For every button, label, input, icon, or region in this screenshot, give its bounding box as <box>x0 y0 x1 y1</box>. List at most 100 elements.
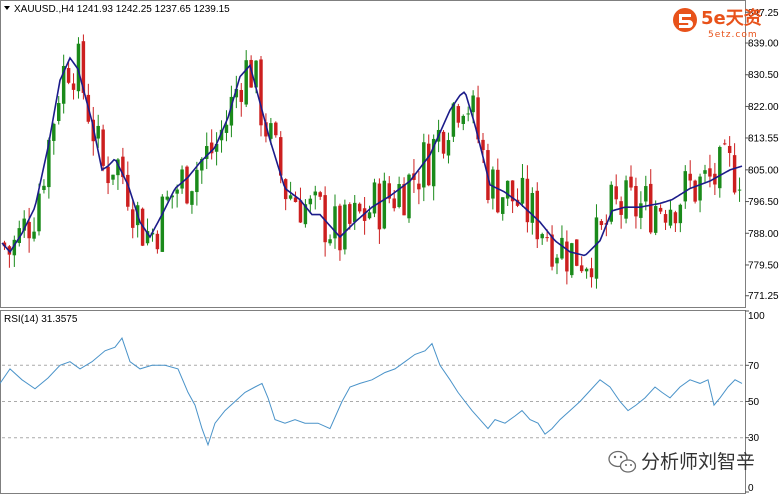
candle <box>688 160 692 189</box>
candle <box>318 190 322 200</box>
candle-body <box>732 155 737 193</box>
candle <box>180 165 184 194</box>
candle-body <box>451 103 456 137</box>
candle <box>372 178 377 218</box>
candle-body <box>614 186 618 200</box>
candle <box>427 134 431 187</box>
candle <box>723 139 727 146</box>
candle-body <box>106 166 110 184</box>
candle <box>461 114 465 131</box>
candle <box>619 196 623 229</box>
candle-body <box>427 143 431 186</box>
candle-body <box>42 185 46 190</box>
candle-body <box>71 83 76 90</box>
candle-body <box>545 237 549 239</box>
candle-body <box>353 202 357 223</box>
candle-body <box>308 198 313 205</box>
price-header: XAUUSD.,H4 1241.93 1242.25 1237.65 1239.… <box>4 4 230 15</box>
candles <box>2 34 742 289</box>
candle <box>589 257 594 288</box>
ma-line-path <box>1 56 743 257</box>
candle-body <box>402 184 406 216</box>
candle <box>441 130 446 159</box>
candle-body <box>723 143 727 145</box>
candle-body <box>190 191 194 205</box>
candle <box>71 73 76 100</box>
candle-body <box>649 183 653 233</box>
candle-body <box>703 170 707 174</box>
candle-body <box>540 234 544 239</box>
candle-body <box>318 192 322 197</box>
candle-body <box>688 173 692 181</box>
candle-body <box>52 123 56 141</box>
candle-body <box>678 204 683 224</box>
candle-body <box>565 241 569 272</box>
candle-body <box>555 257 559 264</box>
candle <box>579 256 584 273</box>
candle-body <box>579 265 584 272</box>
candle-body <box>644 186 648 202</box>
candle <box>32 217 36 242</box>
candle-body <box>32 231 36 239</box>
candle-body <box>126 174 130 207</box>
candle <box>639 191 643 230</box>
dropdown-triangle-icon[interactable] <box>4 6 10 10</box>
candle <box>283 178 288 211</box>
candle <box>501 197 505 221</box>
candle <box>313 185 317 210</box>
rsi-tick-label: 30 <box>748 433 760 444</box>
candle <box>678 203 683 233</box>
candle <box>155 230 160 254</box>
candle-body <box>27 221 31 239</box>
price-axis: 847.25839.00830.50822.00813.55805.00796.… <box>745 8 779 302</box>
rsi-line-path <box>0 337 743 447</box>
candle <box>737 177 742 202</box>
candle-body <box>560 237 564 259</box>
price-tick-label: 788.00 <box>748 229 779 240</box>
candle <box>190 190 194 214</box>
candle <box>12 235 17 267</box>
candle <box>584 267 589 279</box>
candle <box>525 165 530 233</box>
candle-body <box>589 268 594 278</box>
price-tick-label: 779.50 <box>748 260 779 271</box>
candle <box>298 187 303 223</box>
candle <box>683 165 687 209</box>
candle <box>57 95 61 125</box>
candle-body <box>382 180 387 229</box>
candle-body <box>343 204 347 250</box>
candle <box>515 188 520 208</box>
candle <box>456 103 461 128</box>
candle-body <box>224 124 229 133</box>
candle <box>214 132 219 166</box>
candle <box>668 199 673 229</box>
candle <box>653 200 658 236</box>
candle <box>17 220 21 247</box>
candle-body <box>111 174 115 180</box>
rsi-tick-label: 100 <box>748 311 765 322</box>
candle-body <box>367 212 372 219</box>
candle-body <box>357 203 362 212</box>
candle <box>205 132 209 170</box>
candle <box>42 179 46 194</box>
candle-body <box>683 171 687 202</box>
candle <box>698 173 702 213</box>
candle <box>402 177 406 216</box>
candle-body <box>372 182 377 214</box>
candle <box>550 225 554 271</box>
candle <box>387 176 391 204</box>
candle-body <box>160 196 165 252</box>
price-tick-label: 839.00 <box>748 39 779 50</box>
candle <box>343 199 347 255</box>
candle <box>727 136 732 167</box>
candle <box>397 176 401 209</box>
candle-body <box>530 192 535 223</box>
candle-body <box>288 195 293 199</box>
candle <box>209 129 214 160</box>
candle <box>629 165 633 191</box>
logo: 5e天资 5etz.com <box>673 7 762 40</box>
candle <box>673 210 678 233</box>
logo-mark-icon <box>679 14 693 28</box>
candle <box>496 158 500 214</box>
candle-body <box>653 206 658 233</box>
